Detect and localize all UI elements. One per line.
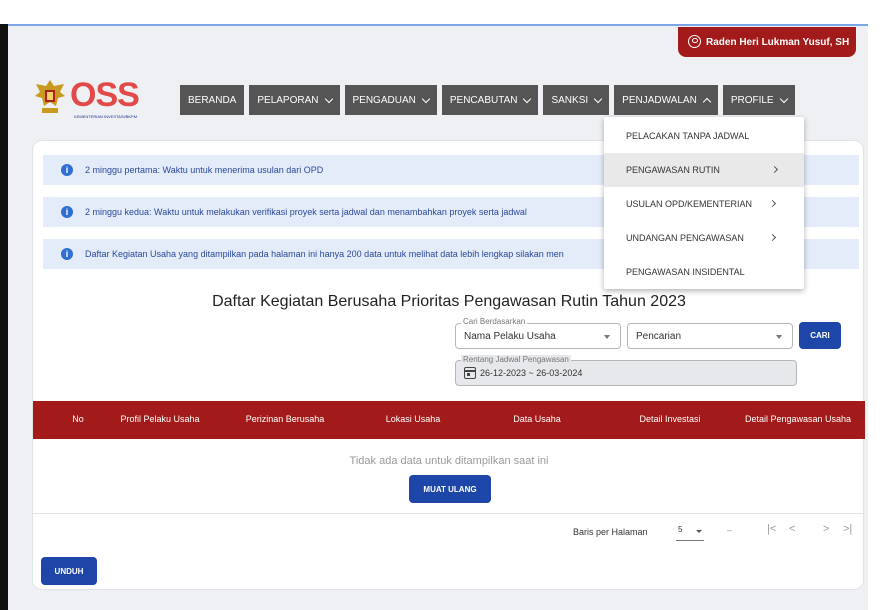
nav-profile[interactable]: PROFILE bbox=[722, 85, 795, 115]
nav-pengaduan-label: PENGADUAN bbox=[352, 94, 416, 106]
search-button-label: CARI bbox=[810, 331, 830, 340]
search-by-value: Nama Pelaku Usaha bbox=[464, 330, 556, 342]
info-alert-1-text: 2 minggu pertama: Waktu untuk menerima u… bbox=[85, 165, 324, 175]
search-query-value: Pencarian bbox=[636, 330, 682, 342]
nav-beranda-label: BERANDA bbox=[188, 94, 237, 106]
menu-item-undangan-pengawasan[interactable]: UNDANGAN PENGAWASAN bbox=[604, 221, 804, 255]
page-title: Daftar Kegiatan Berusaha Prioritas Penga… bbox=[212, 293, 686, 310]
th-no: No bbox=[72, 414, 84, 425]
nav-sanksi[interactable]: SANKSI bbox=[543, 85, 610, 115]
oss-subtitle: KEMENTERIAN INVESTASI/BKPM bbox=[74, 114, 138, 119]
date-range-label: Rentang Jadwal Pengawasan bbox=[461, 355, 571, 364]
garuda-emblem-icon bbox=[35, 80, 65, 113]
menu-item-pengawasan-rutin[interactable]: PENGAWASAN RUTIN bbox=[604, 153, 804, 187]
user-menu-button[interactable]: Raden Heri Lukman Yusuf, SH bbox=[678, 27, 856, 57]
chevron-right-icon bbox=[768, 233, 777, 242]
reload-button[interactable]: MUAT ULANG bbox=[409, 475, 491, 503]
th-profil: Profil Pelaku Usaha bbox=[120, 414, 200, 425]
chevron-up-icon bbox=[702, 97, 712, 106]
reload-button-label: MUAT ULANG bbox=[423, 484, 477, 494]
search-query-select[interactable]: Pencarian bbox=[627, 323, 793, 349]
nav-pelaporan-label: PELAPORAN bbox=[257, 94, 319, 106]
prev-page-button[interactable]: < bbox=[789, 523, 795, 535]
menu-item-label: PENGAWASAN RUTIN bbox=[626, 165, 720, 175]
nav-sanksi-label: SANKSI bbox=[551, 94, 589, 106]
date-range-value: 26-12-2023 ~ 26-03-2024 bbox=[480, 368, 583, 378]
th-investasi: Detail Investasi bbox=[639, 414, 701, 425]
oss-wordmark: OSS bbox=[70, 76, 140, 115]
nav-penjadwalan-label: PENJADWALAN bbox=[622, 94, 697, 106]
nav-penjadwalan[interactable]: PENJADWALAN bbox=[614, 85, 718, 115]
info-icon: i bbox=[61, 206, 73, 218]
chevron-right-icon bbox=[770, 165, 779, 174]
window-frame-right bbox=[868, 24, 881, 610]
chevron-down-icon bbox=[593, 94, 603, 103]
menu-item-usulan-opd[interactable]: USULAN OPD/KEMENTERIAN bbox=[604, 187, 804, 221]
nav-pelaporan[interactable]: PELAPORAN bbox=[249, 85, 340, 115]
caret-down-icon bbox=[776, 335, 782, 339]
rows-per-page-select[interactable]: 5 bbox=[676, 525, 704, 541]
nav-pencabutan[interactable]: PENCABUTAN bbox=[441, 85, 539, 115]
chevron-down-icon bbox=[324, 94, 333, 103]
caret-down-icon bbox=[604, 335, 610, 339]
search-button[interactable]: CARI bbox=[799, 322, 841, 349]
info-icon: i bbox=[61, 164, 73, 176]
oss-logo[interactable]: OSS KEMENTERIAN INVESTASI/BKPM bbox=[34, 76, 174, 122]
oss-wordmark-text: OSS bbox=[70, 76, 140, 114]
nav-pengaduan[interactable]: PENGADUAN bbox=[344, 85, 437, 115]
pagination-range: – bbox=[727, 525, 733, 535]
rows-per-page-label: Baris per Halaman bbox=[573, 527, 648, 537]
rows-per-page-value: 5 bbox=[678, 525, 683, 534]
menu-item-label: PENGAWASAN INSIDENTAL bbox=[626, 267, 745, 277]
th-pengawasan: Detail Pengawasan Usaha bbox=[744, 414, 852, 425]
nav-profile-label: PROFILE bbox=[730, 94, 774, 106]
search-by-label: Cari Berdasarkan bbox=[461, 317, 528, 326]
chevron-down-icon bbox=[523, 94, 532, 103]
download-button-label: UNDUH bbox=[54, 566, 84, 576]
menu-item-pelacakan-tanpa-jadwal[interactable]: PELACAKAN TANPA JADWAL bbox=[604, 119, 804, 153]
menu-item-label: USULAN OPD/KEMENTERIAN bbox=[626, 199, 753, 209]
window-frame-top bbox=[0, 0, 881, 24]
search-by-select[interactable]: Nama Pelaku Usaha bbox=[455, 323, 621, 349]
table-footer-divider bbox=[33, 513, 865, 514]
table-header: No Profil Pelaku Usaha Perizinan Berusah… bbox=[33, 401, 865, 439]
user-icon bbox=[688, 35, 701, 48]
nav-pencabutan-label: PENCABUTAN bbox=[449, 94, 518, 106]
caret-down-icon bbox=[696, 530, 702, 533]
menu-item-label: UNDANGAN PENGAWASAN bbox=[626, 233, 744, 243]
info-icon: i bbox=[61, 248, 73, 260]
empty-state-text: Tidak ada data untuk ditampilkan saat in… bbox=[349, 455, 549, 467]
menu-item-pengawasan-insidental[interactable]: PENGAWASAN INSIDENTAL bbox=[604, 255, 804, 289]
th-data: Data Usaha bbox=[513, 414, 561, 425]
download-button[interactable]: UNDUH bbox=[41, 557, 97, 585]
window-frame-left bbox=[0, 0, 8, 610]
info-alert-2-text: 2 minggu kedua: Waktu untuk melakukan ve… bbox=[85, 207, 527, 217]
chevron-right-icon bbox=[768, 199, 777, 208]
chevron-down-icon bbox=[779, 94, 788, 103]
th-lokasi: Lokasi Usaha bbox=[385, 414, 441, 425]
info-alert-3-text: Daftar Kegiatan Usaha yang ditampilkan p… bbox=[85, 249, 564, 259]
main-nav: BERANDA PELAPORAN PENGADUAN PENCABUTAN S… bbox=[180, 85, 795, 115]
penjadwalan-dropdown-menu: PELACAKAN TANPA JADWAL PENGAWASAN RUTIN … bbox=[604, 117, 804, 289]
chevron-down-icon bbox=[421, 94, 431, 103]
menu-item-label: PELACAKAN TANPA JADWAL bbox=[626, 131, 750, 141]
last-page-button[interactable]: >| bbox=[843, 523, 852, 535]
nav-beranda[interactable]: BERANDA bbox=[180, 85, 245, 115]
first-page-button[interactable]: |< bbox=[767, 523, 776, 535]
app-container: Raden Heri Lukman Yusuf, SH OSS KEMENTER… bbox=[8, 26, 868, 610]
user-name: Raden Heri Lukman Yusuf, SH bbox=[706, 36, 850, 48]
calendar-icon bbox=[463, 367, 476, 379]
next-page-button[interactable]: > bbox=[823, 523, 829, 535]
th-perizinan: Perizinan Berusaha bbox=[245, 414, 325, 425]
